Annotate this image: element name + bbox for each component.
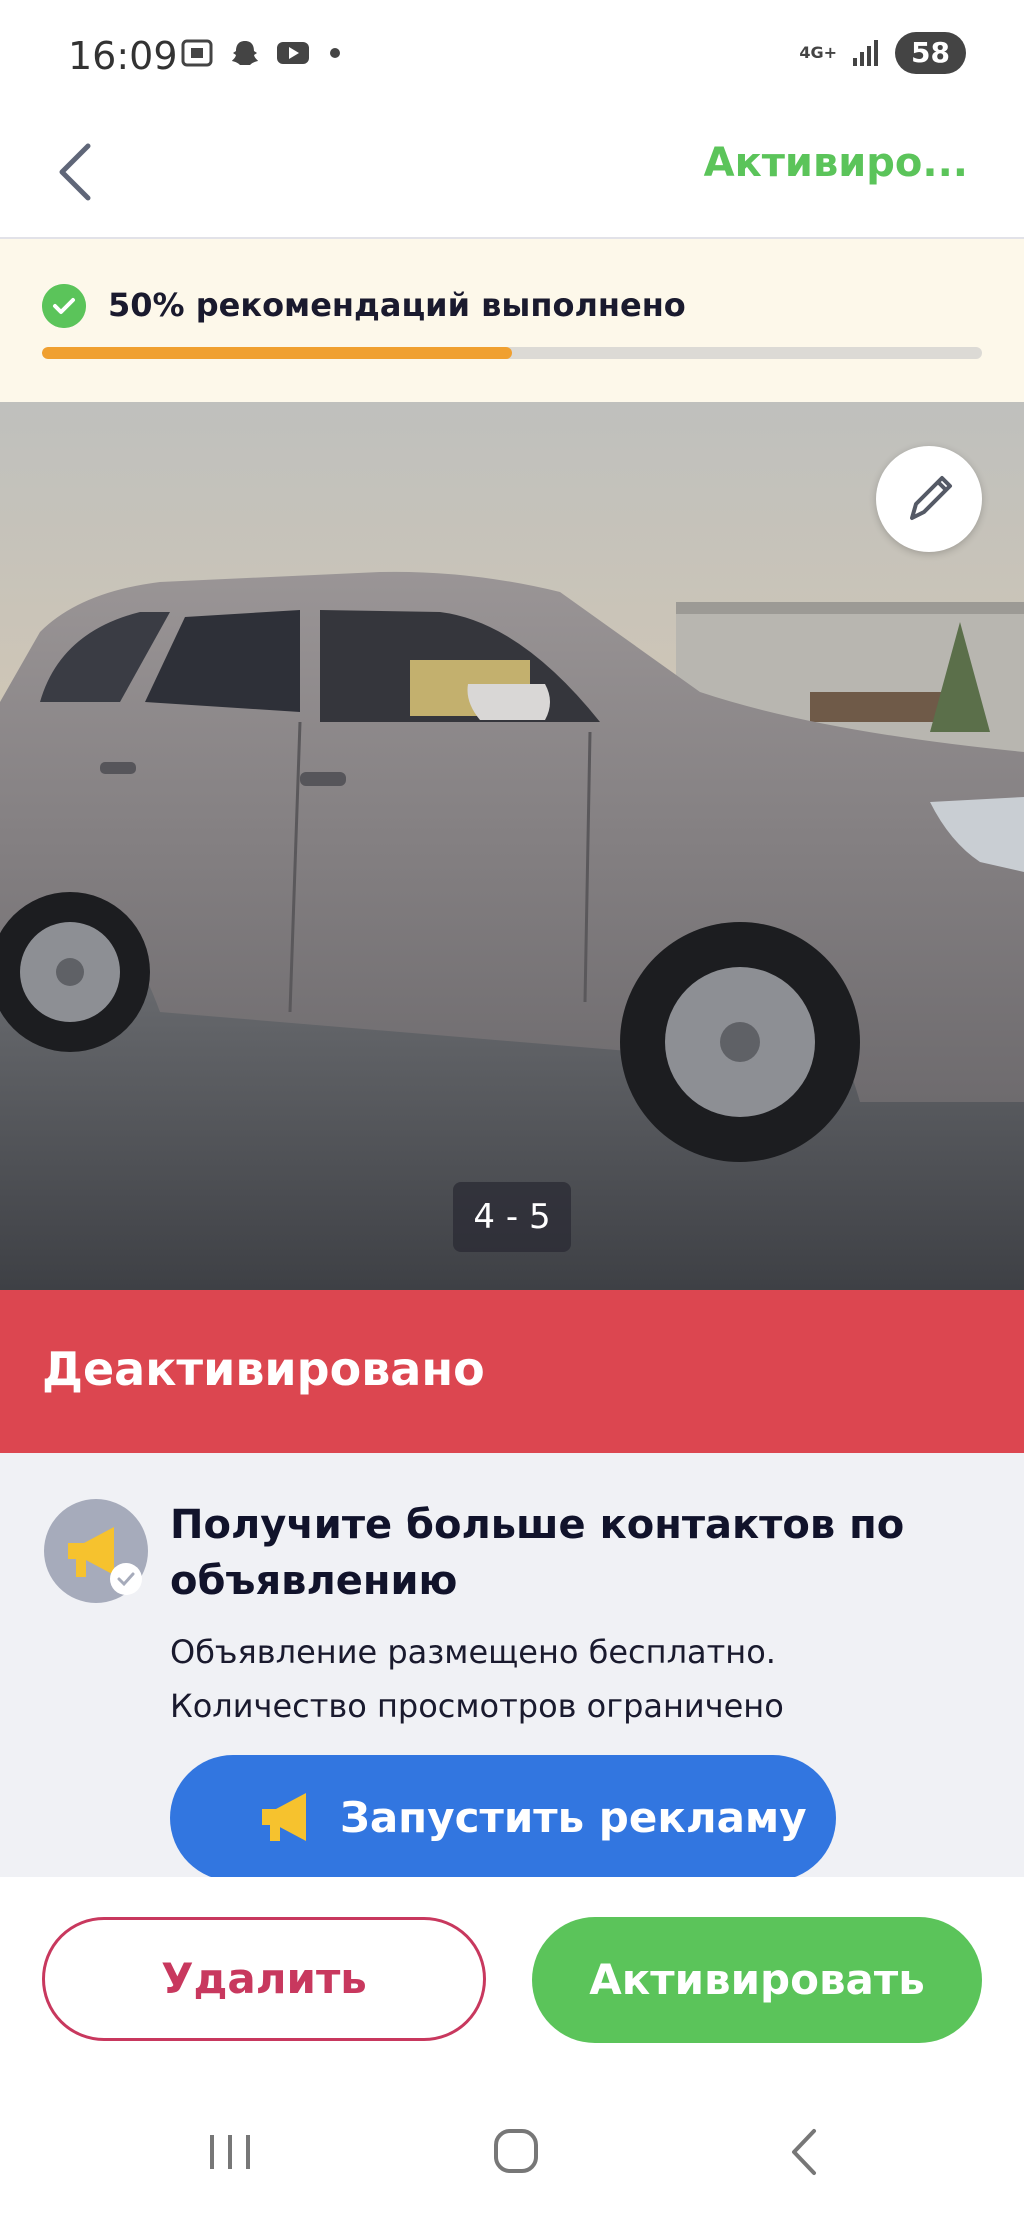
back-button[interactable]: [48, 134, 108, 210]
recommendations-panel[interactable]: 50% рекомендаций выполнено: [0, 239, 1024, 402]
youtube-icon: [277, 42, 309, 64]
activate-button[interactable]: Активировать: [532, 1917, 982, 2043]
signal-icon: [853, 40, 879, 66]
recommendations-progress-bar: [42, 347, 982, 359]
status-bar: 16:09 4G+ 58: [0, 0, 1024, 110]
status-time: 16:09: [68, 34, 178, 78]
start-ad-label: Запустить рекламу: [340, 1793, 807, 1842]
check-circle-icon: [42, 284, 86, 328]
status-notification-icons: [180, 38, 340, 68]
system-navigation-bar: [0, 2087, 1024, 2219]
status-banner-label: Деактивировано: [42, 1342, 485, 1396]
status-system-icons: 4G+ 58: [799, 32, 966, 74]
network-type: 4G+: [799, 43, 838, 62]
more-notifications-dot: [330, 48, 340, 58]
screenshot-icon: [181, 39, 213, 67]
chevron-left-icon: [59, 143, 91, 201]
pencil-icon: [910, 476, 952, 520]
back-arrow-icon: [792, 2129, 816, 2175]
promo-title: Получите больше контактов по объявлению: [170, 1502, 905, 1604]
status-banner: Деактивировано: [0, 1290, 1024, 1453]
promo-description: Объявление размещено бесплатно. Количест…: [170, 1633, 784, 1725]
top-app-bar: Активиро...: [0, 110, 1024, 239]
battery-indicator: 58: [895, 32, 966, 74]
megaphone-icon: [262, 1793, 306, 1841]
recommendations-progress-fill: [42, 347, 512, 359]
recent-apps-button[interactable]: [190, 2117, 270, 2187]
system-back-button[interactable]: [764, 2117, 844, 2187]
promo-card: Получите больше контактов по объявлению …: [0, 1453, 1024, 1881]
home-icon: [494, 2129, 538, 2173]
bottom-actions: Удалить Активировать: [0, 1877, 1024, 2087]
promo-avatar: [44, 1499, 148, 1603]
edit-photos-button[interactable]: [876, 446, 982, 552]
delete-button[interactable]: Удалить: [42, 1917, 486, 2041]
megaphone-icon: [68, 1527, 142, 1595]
listing-photo[interactable]: 4 - 5: [0, 402, 1024, 1290]
car-photo: [0, 402, 1024, 1290]
recommendations-text: 50% рекомендаций выполнено: [108, 286, 686, 324]
activate-header-link[interactable]: Активиро...: [704, 140, 968, 186]
home-button[interactable]: [476, 2117, 556, 2187]
snapchat-icon: [232, 41, 258, 65]
recent-apps-icon: [210, 2135, 250, 2169]
start-ad-button[interactable]: Запустить рекламу: [170, 1755, 836, 1881]
photo-counter: 4 - 5: [453, 1182, 571, 1252]
